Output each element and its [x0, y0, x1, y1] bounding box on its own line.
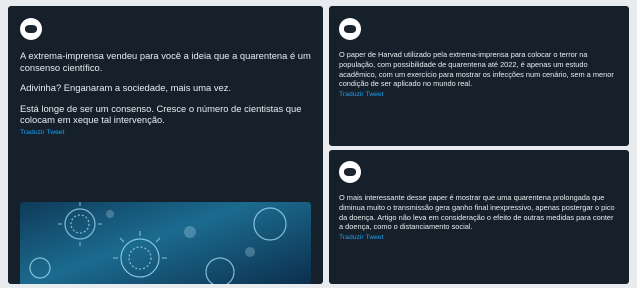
tweet-header [20, 16, 311, 42]
tweet-header [339, 16, 619, 42]
avatar[interactable] [339, 161, 361, 183]
translate-tweet-link[interactable]: Traduzir Tweet [339, 234, 619, 241]
screenshot-collage: A extrema-imprensa vendeu para você a id… [0, 0, 637, 288]
tweet-card-reply-2[interactable]: O mais interessante desse paper é mostra… [329, 150, 629, 284]
tweet-text: O paper de Harvad utilizado pela extrema… [339, 50, 614, 89]
tweet-text: O mais interessante desse paper é mostra… [339, 193, 615, 232]
tweet-header [339, 159, 619, 185]
tweet-paragraph: Adivinha? Enganaram a sociedade, mais um… [20, 82, 232, 94]
tweet-text: A extrema-imprensa vendeu para você a id… [20, 50, 311, 126]
translate-tweet-link[interactable]: Traduzir Tweet [339, 91, 619, 98]
tweet-card-reply-1[interactable]: O paper de Harvad utilizado pela extrema… [329, 6, 629, 146]
translate-tweet-link[interactable]: Traduzir Tweet [20, 129, 311, 136]
tweet-paragraph: Está longe de ser um consenso. Cresce o … [20, 102, 302, 126]
avatar[interactable] [20, 18, 42, 40]
virus-illustration [29, 202, 287, 284]
tweet-card-main[interactable]: A extrema-imprensa vendeu para você a id… [8, 6, 323, 284]
tweet-paragraph: A extrema-imprensa vendeu para você a id… [20, 50, 311, 73]
avatar[interactable] [339, 18, 361, 40]
coronavirus-image[interactable] [20, 202, 311, 284]
